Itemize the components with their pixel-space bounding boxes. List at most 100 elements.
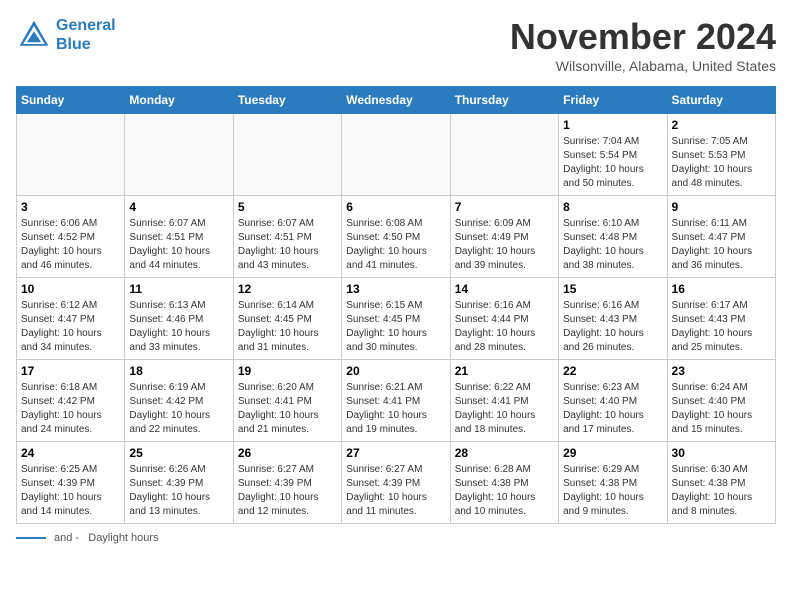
day-info: Sunrise: 6:15 AM Sunset: 4:45 PM Dayligh… — [346, 299, 445, 355]
calendar-cell: 12 Sunrise: 6:14 AM Sunset: 4:45 PM Dayli… — [233, 278, 341, 360]
location: Wilsonville, Alabama, United States — [510, 58, 776, 74]
calendar-cell: 29Sunrise: 6:29 AM Sunset: 4:38 PM Dayli… — [559, 442, 667, 524]
day-info: Sunrise: 7:05 AM Sunset: 5:53 PM Dayligh… — [672, 135, 771, 191]
day-number: 17 — [21, 364, 120, 378]
calendar-cell: 23Sunrise: 6:24 AM Sunset: 4:40 PM Dayli… — [667, 360, 775, 442]
calendar-header-row: SundayMondayTuesdayWednesdayThursdayFrid… — [17, 87, 776, 114]
calendar-cell: 19 Sunrise: 6:20 AM Sunset: 4:41 PM Dayli… — [233, 360, 341, 442]
day-info: Sunrise: 6:25 AM Sunset: 4:39 PM Dayligh… — [21, 463, 120, 519]
day-number: 18 — [129, 364, 228, 378]
calendar-week-row: 24 Sunrise: 6:25 AM Sunset: 4:39 PM Dayli… — [17, 442, 776, 524]
day-number: 28 — [455, 446, 554, 460]
day-info: Sunrise: 6:30 AM Sunset: 4:38 PM Dayligh… — [672, 463, 771, 519]
day-number: 20 — [346, 364, 445, 378]
legend-line — [16, 537, 46, 539]
day-info: Sunrise: 6:06 AM Sunset: 4:52 PM Dayligh… — [21, 217, 120, 273]
day-number: 22 — [563, 364, 662, 378]
calendar-cell — [233, 114, 341, 196]
day-info: Sunrise: 6:10 AM Sunset: 4:48 PM Dayligh… — [563, 217, 662, 273]
day-number: 25 — [129, 446, 228, 460]
calendar-week-row: 17Sunrise: 6:18 AM Sunset: 4:42 PM Dayli… — [17, 360, 776, 442]
calendar-cell: 4 Sunrise: 6:07 AM Sunset: 4:51 PM Daylig… — [125, 196, 233, 278]
calendar-week-row: 1Sunrise: 7:04 AM Sunset: 5:54 PM Daylig… — [17, 114, 776, 196]
calendar-cell: 21 Sunrise: 6:22 AM Sunset: 4:41 PM Dayli… — [450, 360, 558, 442]
calendar-cell: 9 Sunrise: 6:11 AM Sunset: 4:47 PM Daylig… — [667, 196, 775, 278]
calendar-cell: 11 Sunrise: 6:13 AM Sunset: 4:46 PM Dayli… — [125, 278, 233, 360]
calendar-cell: 26 Sunrise: 6:27 AM Sunset: 4:39 PM Dayli… — [233, 442, 341, 524]
day-info: Sunrise: 6:11 AM Sunset: 4:47 PM Dayligh… — [672, 217, 771, 273]
day-info: Sunrise: 6:07 AM Sunset: 4:51 PM Dayligh… — [129, 217, 228, 273]
day-number: 6 — [346, 200, 445, 214]
calendar-cell — [450, 114, 558, 196]
day-number: 27 — [346, 446, 445, 460]
calendar-cell: 17Sunrise: 6:18 AM Sunset: 4:42 PM Dayli… — [17, 360, 125, 442]
calendar-cell: 25 Sunrise: 6:26 AM Sunset: 4:39 PM Dayli… — [125, 442, 233, 524]
calendar-day-header: Tuesday — [233, 87, 341, 114]
calendar-day-header: Thursday — [450, 87, 558, 114]
month-title: November 2024 — [510, 16, 776, 58]
day-number: 1 — [563, 118, 662, 132]
calendar-cell: 15 Sunrise: 6:16 AM Sunset: 4:43 PM Dayli… — [559, 278, 667, 360]
day-info: Sunrise: 6:20 AM Sunset: 4:41 PM Dayligh… — [238, 381, 337, 437]
day-number: 12 — [238, 282, 337, 296]
day-info: Sunrise: 6:19 AM Sunset: 4:42 PM Dayligh… — [129, 381, 228, 437]
day-info: Sunrise: 6:16 AM Sunset: 4:44 PM Dayligh… — [455, 299, 554, 355]
calendar-day-header: Monday — [125, 87, 233, 114]
calendar-table: SundayMondayTuesdayWednesdayThursdayFrid… — [16, 86, 776, 524]
calendar-cell: 14 Sunrise: 6:16 AM Sunset: 4:44 PM Dayli… — [450, 278, 558, 360]
day-number: 19 — [238, 364, 337, 378]
legend-text: and - Daylight hours — [54, 532, 159, 544]
day-info: Sunrise: 6:13 AM Sunset: 4:46 PM Dayligh… — [129, 299, 228, 355]
day-number: 21 — [455, 364, 554, 378]
calendar-day-header: Saturday — [667, 87, 775, 114]
calendar-cell: 13 Sunrise: 6:15 AM Sunset: 4:45 PM Dayli… — [342, 278, 450, 360]
page-header: General Blue November 2024 Wilsonville, … — [16, 16, 776, 74]
day-number: 15 — [563, 282, 662, 296]
day-info: Sunrise: 6:23 AM Sunset: 4:40 PM Dayligh… — [563, 381, 662, 437]
calendar-cell: 22 Sunrise: 6:23 AM Sunset: 4:40 PM Dayli… — [559, 360, 667, 442]
day-info: Sunrise: 6:22 AM Sunset: 4:41 PM Dayligh… — [455, 381, 554, 437]
calendar-cell: 30Sunrise: 6:30 AM Sunset: 4:38 PM Dayli… — [667, 442, 775, 524]
calendar-cell: 27 Sunrise: 6:27 AM Sunset: 4:39 PM Dayli… — [342, 442, 450, 524]
calendar-cell — [125, 114, 233, 196]
day-info: Sunrise: 6:17 AM Sunset: 4:43 PM Dayligh… — [672, 299, 771, 355]
day-number: 2 — [672, 118, 771, 132]
calendar-cell: 2 Sunrise: 7:05 AM Sunset: 5:53 PM Daylig… — [667, 114, 775, 196]
calendar-cell — [342, 114, 450, 196]
day-number: 16 — [672, 282, 771, 296]
day-number: 26 — [238, 446, 337, 460]
calendar-cell: 10Sunrise: 6:12 AM Sunset: 4:47 PM Dayli… — [17, 278, 125, 360]
calendar-cell: 5 Sunrise: 6:07 AM Sunset: 4:51 PM Daylig… — [233, 196, 341, 278]
calendar-cell: 6Sunrise: 6:08 AM Sunset: 4:50 PM Daylig… — [342, 196, 450, 278]
day-info: Sunrise: 6:27 AM Sunset: 4:39 PM Dayligh… — [238, 463, 337, 519]
calendar-cell: 7 Sunrise: 6:09 AM Sunset: 4:49 PM Daylig… — [450, 196, 558, 278]
logo-text: General Blue — [56, 16, 116, 54]
day-info: Sunrise: 6:16 AM Sunset: 4:43 PM Dayligh… — [563, 299, 662, 355]
day-number: 13 — [346, 282, 445, 296]
day-number: 9 — [672, 200, 771, 214]
day-number: 24 — [21, 446, 120, 460]
calendar-week-row: 3Sunrise: 6:06 AM Sunset: 4:52 PM Daylig… — [17, 196, 776, 278]
day-info: Sunrise: 6:27 AM Sunset: 4:39 PM Dayligh… — [346, 463, 445, 519]
day-info: Sunrise: 6:09 AM Sunset: 4:49 PM Dayligh… — [455, 217, 554, 273]
calendar-cell: 18 Sunrise: 6:19 AM Sunset: 4:42 PM Dayli… — [125, 360, 233, 442]
legend: and - Daylight hours — [16, 532, 776, 544]
calendar-day-header: Friday — [559, 87, 667, 114]
day-info: Sunrise: 6:28 AM Sunset: 4:38 PM Dayligh… — [455, 463, 554, 519]
calendar-cell: 20Sunrise: 6:21 AM Sunset: 4:41 PM Dayli… — [342, 360, 450, 442]
day-number: 14 — [455, 282, 554, 296]
day-info: Sunrise: 6:14 AM Sunset: 4:45 PM Dayligh… — [238, 299, 337, 355]
calendar-cell: 16 Sunrise: 6:17 AM Sunset: 4:43 PM Dayli… — [667, 278, 775, 360]
day-number: 4 — [129, 200, 228, 214]
calendar-cell — [17, 114, 125, 196]
title-block: November 2024 Wilsonville, Alabama, Unit… — [510, 16, 776, 74]
day-number: 11 — [129, 282, 228, 296]
logo: General Blue — [16, 16, 116, 54]
day-number: 5 — [238, 200, 337, 214]
day-info: Sunrise: 6:07 AM Sunset: 4:51 PM Dayligh… — [238, 217, 337, 273]
calendar-day-header: Sunday — [17, 87, 125, 114]
calendar-cell: 28 Sunrise: 6:28 AM Sunset: 4:38 PM Dayli… — [450, 442, 558, 524]
calendar-cell: 1Sunrise: 7:04 AM Sunset: 5:54 PM Daylig… — [559, 114, 667, 196]
day-number: 7 — [455, 200, 554, 214]
day-info: Sunrise: 6:26 AM Sunset: 4:39 PM Dayligh… — [129, 463, 228, 519]
